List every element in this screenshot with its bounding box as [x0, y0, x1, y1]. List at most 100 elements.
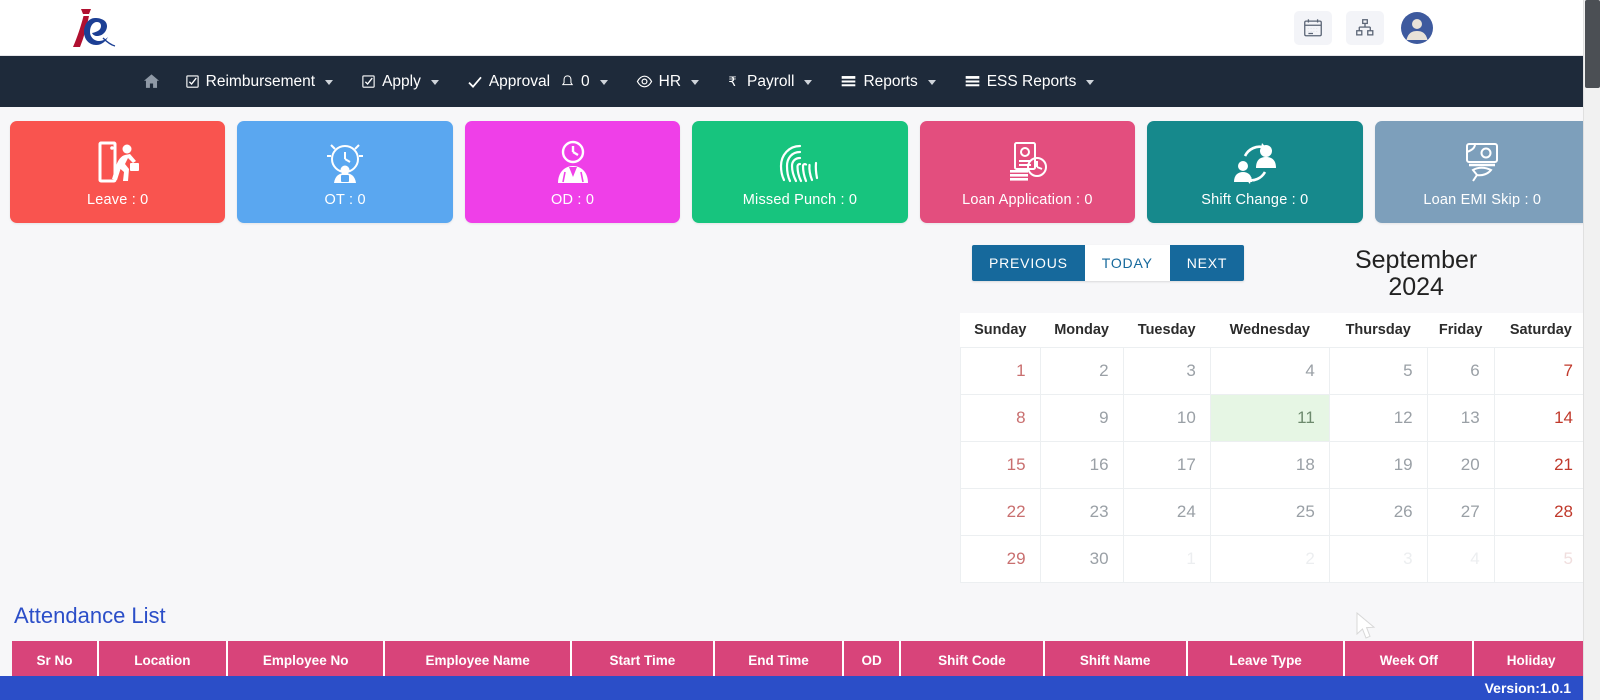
app-logo[interactable] — [0, 0, 175, 56]
left-empty-pane — [12, 223, 960, 583]
tile-loan-emi-skip[interactable]: Loan EMI Skip : 0 — [1374, 121, 1590, 223]
tile-shift-change[interactable]: Shift Change : 0 — [1147, 121, 1363, 223]
calendar-day-cell[interactable]: 2 — [1209, 535, 1330, 583]
calendar-day-cell[interactable]: 14 — [1493, 394, 1589, 442]
attendance-column-header[interactable]: Shift Name — [1043, 641, 1188, 680]
calendar-previous-button[interactable]: PREVIOUS — [972, 245, 1085, 281]
attendance-column-header[interactable]: OD — [842, 641, 902, 680]
nav-item-hr[interactable]: HR — [622, 67, 713, 96]
calendar-day-cell[interactable]: 26 — [1328, 488, 1428, 536]
weekday-friday: Friday — [1427, 313, 1495, 348]
nav-item-apply[interactable]: Apply — [347, 68, 453, 96]
calendar-day-cell[interactable]: 15 — [960, 441, 1041, 489]
on-duty-clock-person-icon — [547, 136, 599, 188]
attendance-column-header[interactable]: Start Time — [570, 641, 716, 680]
calendar-day-cell[interactable]: 5 — [1493, 535, 1589, 583]
attendance-column-header[interactable]: Leave Type — [1186, 641, 1346, 680]
calendar-day-cell[interactable]: 22 — [960, 488, 1041, 536]
calendar-day-cell[interactable]: 12 — [1328, 394, 1428, 442]
calendar-day-cell[interactable]: 19 — [1328, 441, 1428, 489]
calendar-day-cell[interactable]: 4 — [1426, 535, 1495, 583]
attendance-column-header[interactable]: End Time — [714, 641, 844, 680]
calendar-day-cell[interactable]: 9 — [1039, 394, 1124, 442]
calendar-day-cell[interactable]: 17 — [1122, 441, 1211, 489]
calendar-day-cell[interactable]: 5 — [1328, 347, 1428, 395]
calendar-title: September 2024 — [1244, 245, 1588, 301]
nav-items: Reimbursement Apply Approval 0 HR ₹ Payr… — [132, 66, 1109, 97]
calendar-week-row: 8 9 10 11 12 13 14 — [960, 394, 1589, 442]
nav-item-home[interactable] — [132, 66, 171, 97]
calendar-today-button[interactable]: TODAY — [1084, 245, 1170, 281]
calendar-day-cell[interactable]: 25 — [1209, 488, 1330, 536]
loan-money-icon — [1001, 136, 1053, 188]
nav-item-reports[interactable]: Reports — [826, 68, 949, 96]
home-icon — [142, 72, 161, 91]
calendar-day-cell[interactable]: 27 — [1426, 488, 1495, 536]
attendance-column-header[interactable]: Location — [97, 641, 228, 680]
check-square-icon — [361, 74, 376, 89]
calendar-day-cell[interactable]: 23 — [1039, 488, 1124, 536]
tile-label-ot: OT : 0 — [324, 192, 366, 208]
main-navigation: Reimbursement Apply Approval 0 HR ₹ Payr… — [0, 56, 1600, 107]
calendar-icon[interactable] — [1294, 10, 1332, 45]
eye-icon — [636, 73, 653, 90]
attendance-list-title: Attendance List — [14, 603, 166, 628]
attendance-column-header[interactable]: Employee Name — [384, 641, 572, 680]
scrollbar-thumb[interactable] — [1585, 0, 1600, 88]
page-scrollbar[interactable] — [1583, 0, 1600, 700]
calendar-day-cell[interactable]: 6 — [1426, 347, 1495, 395]
calendar-day-cell[interactable]: 3 — [1122, 347, 1211, 395]
nav-item-ess-reports[interactable]: ESS Reports — [950, 68, 1109, 96]
calendar-day-cell[interactable]: 10 — [1122, 394, 1211, 442]
calendar-day-cell[interactable]: 8 — [960, 394, 1041, 442]
calendar-day-cell[interactable]: 21 — [1493, 441, 1589, 489]
tile-loan-application[interactable]: Loan Application : 0 — [919, 121, 1136, 223]
nav-item-approval[interactable]: Approval 0 — [453, 68, 622, 96]
nav-label-approval: Approval — [488, 72, 551, 90]
calendar-day-cell[interactable]: 13 — [1426, 394, 1495, 442]
nav-item-reimbursement[interactable]: Reimbursement — [171, 68, 347, 96]
calendar-day-cell[interactable]: 11 — [1209, 394, 1330, 442]
calendar-day-cell[interactable]: 7 — [1493, 347, 1589, 395]
logo-icon — [72, 8, 115, 47]
calendar-week-row: 15 16 17 18 19 20 21 — [960, 441, 1589, 489]
nav-item-payroll[interactable]: ₹ Payroll — [713, 68, 826, 96]
tile-label-od: OD : 0 — [551, 192, 595, 208]
tile-od[interactable]: OD : 0 — [464, 121, 681, 223]
nav-label-ess-reports: ESS Reports — [986, 72, 1077, 90]
calendar-day-cell[interactable]: 3 — [1328, 535, 1428, 583]
weekday-tuesday: Tuesday — [1123, 313, 1211, 348]
topbar-icon-group — [1294, 10, 1436, 45]
chevron-down-icon — [691, 80, 700, 85]
tile-ot[interactable]: OT : 0 — [237, 121, 453, 223]
calendar-day-cell[interactable]: 16 — [1039, 441, 1124, 489]
calendar-day-cell[interactable]: 20 — [1426, 441, 1495, 489]
calendar-day-cell[interactable]: 18 — [1209, 441, 1330, 489]
calendar-day-cell[interactable]: 30 — [1039, 535, 1124, 583]
loan-emi-skip-icon — [1455, 136, 1509, 188]
attendance-column-header[interactable]: Week Off — [1344, 641, 1475, 680]
chevron-down-icon — [804, 80, 813, 85]
attendance-column-header[interactable]: Sr No — [12, 641, 99, 680]
tile-missed-punch[interactable]: Missed Punch : 0 — [692, 121, 908, 223]
calendar-day-cell[interactable]: 4 — [1209, 347, 1330, 395]
calendar-day-cell[interactable]: 2 — [1039, 347, 1124, 395]
nav-label-payroll: Payroll — [747, 72, 795, 90]
user-avatar-icon[interactable] — [1398, 11, 1436, 45]
attendance-column-header[interactable]: Shift Code — [900, 641, 1045, 680]
calendar-day-cell[interactable]: 1 — [1122, 535, 1211, 583]
tile-leave[interactable]: Leave : 0 — [10, 121, 226, 223]
attendance-column-header[interactable]: Employee No — [226, 641, 386, 680]
bell-icon — [560, 74, 575, 89]
attendance-column-header[interactable]: Holiday — [1473, 641, 1588, 680]
tile-label-leave: Leave : 0 — [86, 192, 149, 208]
top-bar — [0, 0, 1600, 56]
calendar-day-cell[interactable]: 29 — [960, 535, 1041, 583]
calendar-next-button[interactable]: NEXT — [1169, 245, 1245, 281]
calendar-day-cell[interactable]: 28 — [1493, 488, 1589, 536]
calendar-day-cell[interactable]: 1 — [960, 347, 1041, 395]
tile-label-loan-application: Loan Application : 0 — [962, 192, 1093, 208]
shift-change-people-icon — [1228, 136, 1282, 188]
calendar-day-cell[interactable]: 24 — [1122, 488, 1211, 536]
org-chart-icon[interactable] — [1346, 10, 1384, 45]
